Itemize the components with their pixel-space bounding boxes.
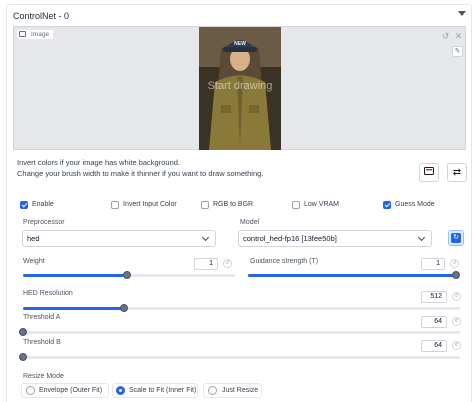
undo-icon[interactable]: ↺ [440,31,451,41]
hed-resolution-slider-thumb[interactable] [120,304,128,312]
resize-envelope-label: Envelope (Outer Fit) [39,387,103,394]
swap-icon: ⇄ [452,167,462,178]
hint-invert: Invert colors if your image has white ba… [17,158,180,167]
preprocessor-value: hed [27,234,40,243]
threshold-b-label: Threshold B [23,339,61,346]
weight-slider-fill [23,274,127,277]
preprocessor-label: Preprocessor [23,219,65,226]
resize-mode-label: Resize Mode [23,373,64,380]
low-vram-label: Low VRAM [304,201,340,208]
threshold-b-slider-track[interactable] [23,356,460,359]
guess-mode-checkbox[interactable] [383,201,391,209]
rgb-to-bgr-checkbox[interactable] [201,201,209,209]
reset-icon[interactable]: ↺ [452,341,461,350]
brush-icon[interactable]: ✎ [452,46,463,57]
refresh-icon: ↻ [451,233,461,243]
hed-resolution-input[interactable]: 512 [421,291,447,303]
rgb-to-bgr-label: RGB to BGR [213,201,254,208]
threshold-a-slider-track[interactable] [23,331,460,334]
resize-just-resize-radio[interactable] [208,386,217,395]
cap-text: NEW [234,41,246,47]
threshold-a-input[interactable]: 64 [421,316,447,328]
resize-envelope-radio[interactable] [26,386,35,395]
hed-resolution-slider-fill [23,307,124,310]
guidance-label: Guidance strength (T) [250,258,319,265]
start-drawing-text: Start drawing [207,80,273,92]
threshold-a-label: Threshold A [23,314,61,321]
resize-just-resize-label: Just Resize [222,387,259,394]
threshold-b-input[interactable]: 64 [421,340,447,352]
weight-label: Weight [23,258,45,265]
guess-mode-label: Guess Mode [395,201,435,208]
guidance-slider-thumb[interactable] [452,271,460,279]
threshold-a-slider-thumb[interactable] [19,328,27,336]
reset-icon[interactable]: ↺ [452,292,461,301]
hed-resolution-label: HED Resolution [23,290,73,297]
reset-icon[interactable]: ↺ [452,317,461,326]
enable-label: Enable [32,201,54,208]
swap-dimensions-button[interactable]: ⇄ [447,163,467,182]
camera-icon [424,167,434,175]
model-value: control_hed-fp16 [13fee50b] [243,234,337,243]
weight-slider-thumb[interactable] [123,271,131,279]
image-icon [19,31,26,37]
preprocessor-select[interactable]: hed [22,230,216,247]
clear-icon[interactable]: ✕ [453,31,464,41]
panel-title[interactable]: ControlNet - 0 [13,11,69,21]
enable-checkbox[interactable] [20,201,28,209]
reset-icon[interactable]: ↺ [450,259,459,268]
weight-input[interactable]: 1 [194,258,218,270]
guidance-slider-fill [248,274,456,277]
low-vram-checkbox[interactable] [292,201,300,209]
threshold-b-slider-thumb[interactable] [19,353,27,361]
guidance-input[interactable]: 1 [421,258,445,270]
model-select[interactable]: control_hed-fp16 [13fee50b] [238,230,432,247]
resize-scale-to-fit-label: Scale to Fit (Inner Fit) [129,387,197,394]
invert-input-checkbox[interactable] [111,201,119,209]
hint-brush: Change your brush width to make it thinn… [17,169,264,178]
camera-button[interactable] [419,163,439,182]
invert-input-label: Invert Input Color [123,201,177,208]
reset-icon[interactable]: ↺ [223,259,232,268]
resize-scale-to-fit-radio[interactable] [116,386,125,395]
model-label: Model [240,219,260,226]
collapse-icon[interactable] [458,11,466,16]
